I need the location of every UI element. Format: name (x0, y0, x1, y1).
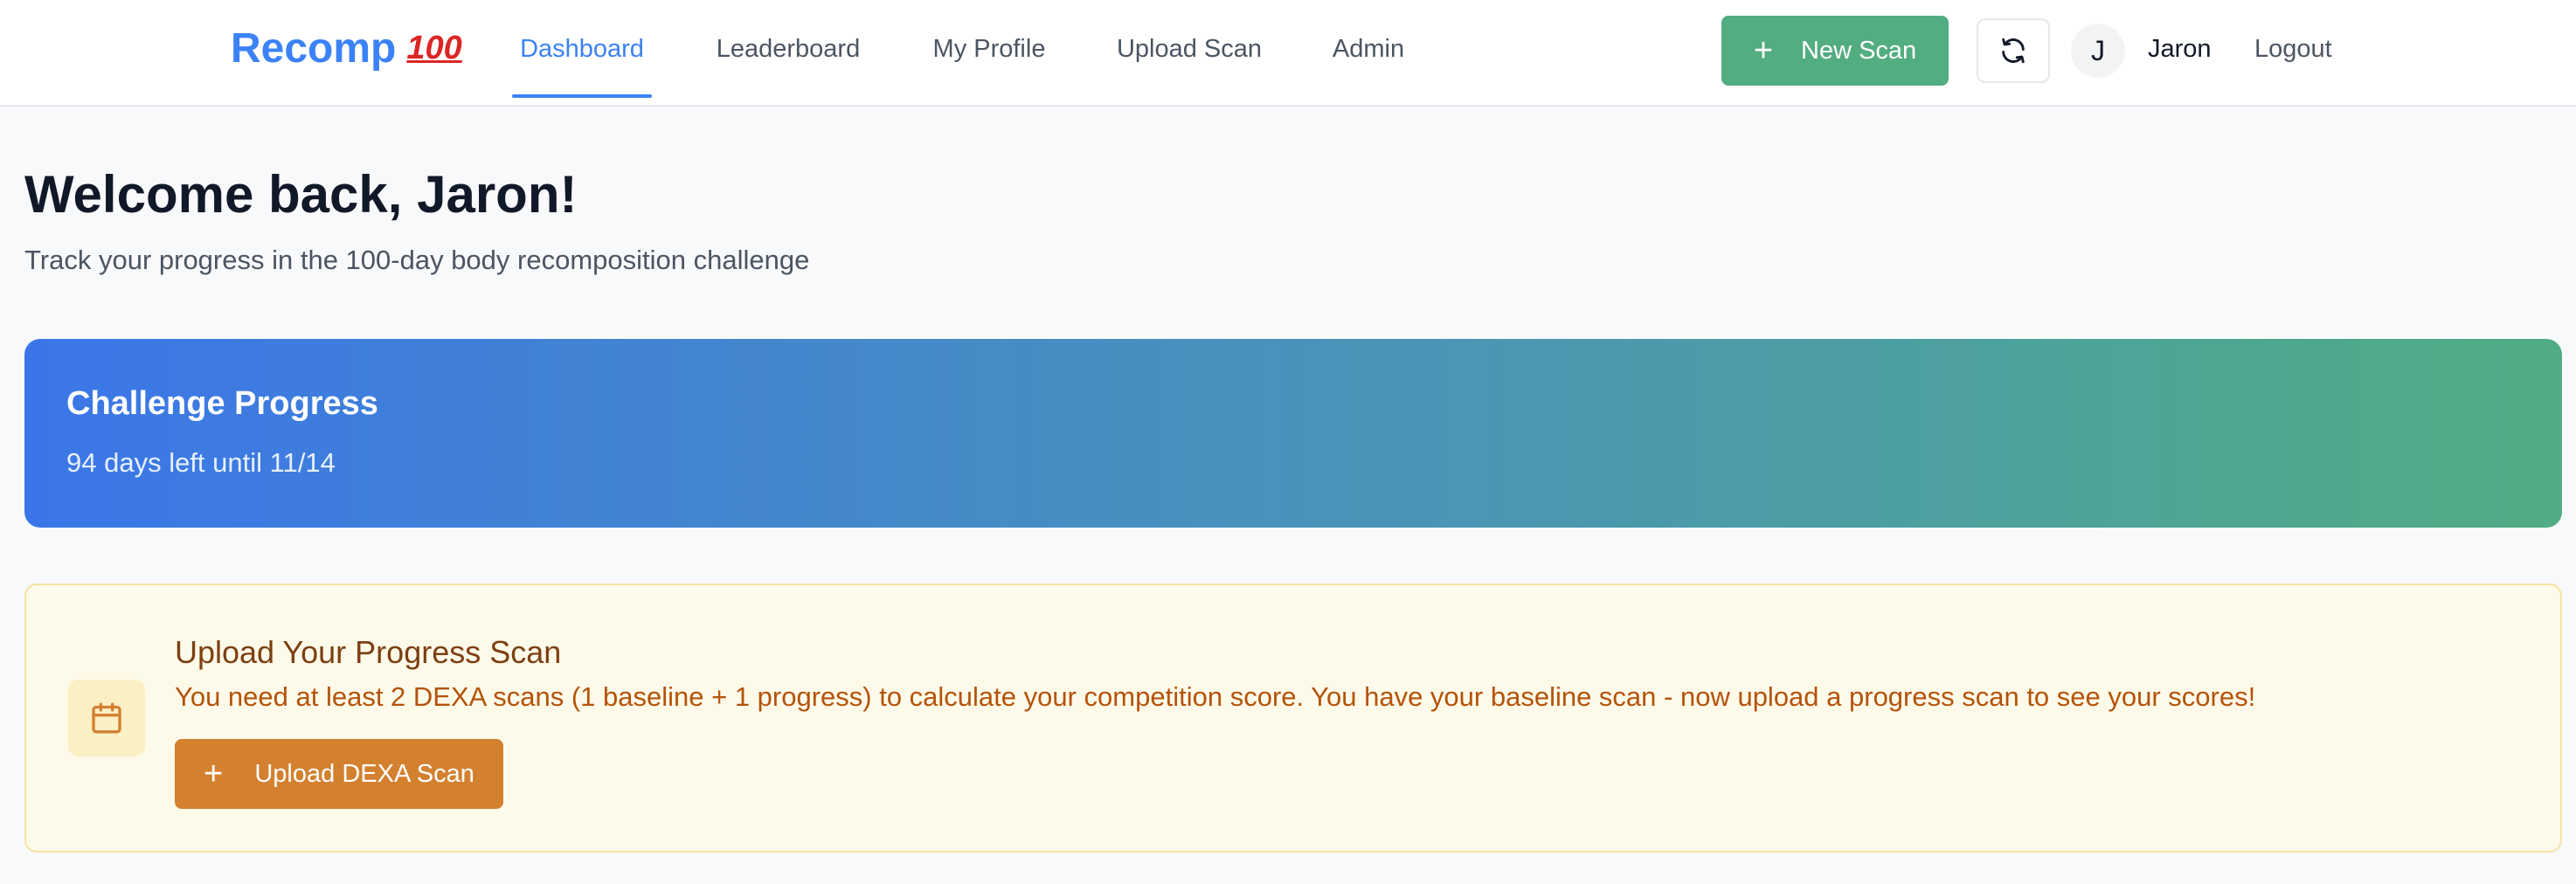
avatar[interactable]: J (2071, 24, 2125, 78)
refresh-icon (2002, 38, 2025, 64)
nav-tab-admin[interactable]: Admin (1325, 0, 1412, 98)
challenge-days-left: 94 days left until 11/14 (66, 447, 336, 478)
challenge-progress-banner: Challenge Progress 94 days left until 11… (24, 339, 2562, 528)
logout-link[interactable]: Logout (2254, 35, 2332, 64)
nav-tab-dashboard[interactable]: Dashboard (512, 0, 652, 98)
brand-logo[interactable]: Recomp 100 (231, 24, 462, 73)
nav-tab-leaderboard[interactable]: Leaderboard (708, 0, 869, 98)
top-navbar: Recomp 100 Dashboard Leaderboard My Prof… (0, 0, 2576, 107)
new-scan-button[interactable]: + New Scan (1721, 16, 1949, 86)
new-scan-label: New Scan (1801, 36, 1917, 65)
nav-tab-upload-scan[interactable]: Upload Scan (1110, 0, 1269, 98)
upload-scan-alert-card: Upload Your Progress Scan You need at le… (24, 584, 2562, 853)
brand-name: Recomp (231, 25, 397, 72)
page-title: Welcome back, Jaron! (24, 165, 578, 224)
upload-dexa-scan-label: Upload DEXA Scan (254, 759, 474, 788)
plus-icon: + (204, 756, 224, 792)
nav-tab-my-profile[interactable]: My Profile (926, 0, 1052, 98)
challenge-title: Challenge Progress (66, 385, 378, 422)
plus-icon: + (1753, 32, 1774, 69)
calendar-icon-wrapper (68, 680, 145, 756)
refresh-button[interactable] (1977, 18, 2050, 83)
upload-card-message: You need at least 2 DEXA scans (1 baseli… (175, 681, 2256, 712)
hundred-emoji-icon: 100 (406, 30, 462, 66)
upload-card-title: Upload Your Progress Scan (175, 634, 562, 670)
calendar-icon (92, 702, 121, 734)
page-subtitle: Track your progress in the 100-day body … (24, 245, 810, 275)
upload-dexa-scan-button[interactable]: + Upload DEXA Scan (175, 739, 503, 809)
username: Jaron (2148, 35, 2212, 63)
